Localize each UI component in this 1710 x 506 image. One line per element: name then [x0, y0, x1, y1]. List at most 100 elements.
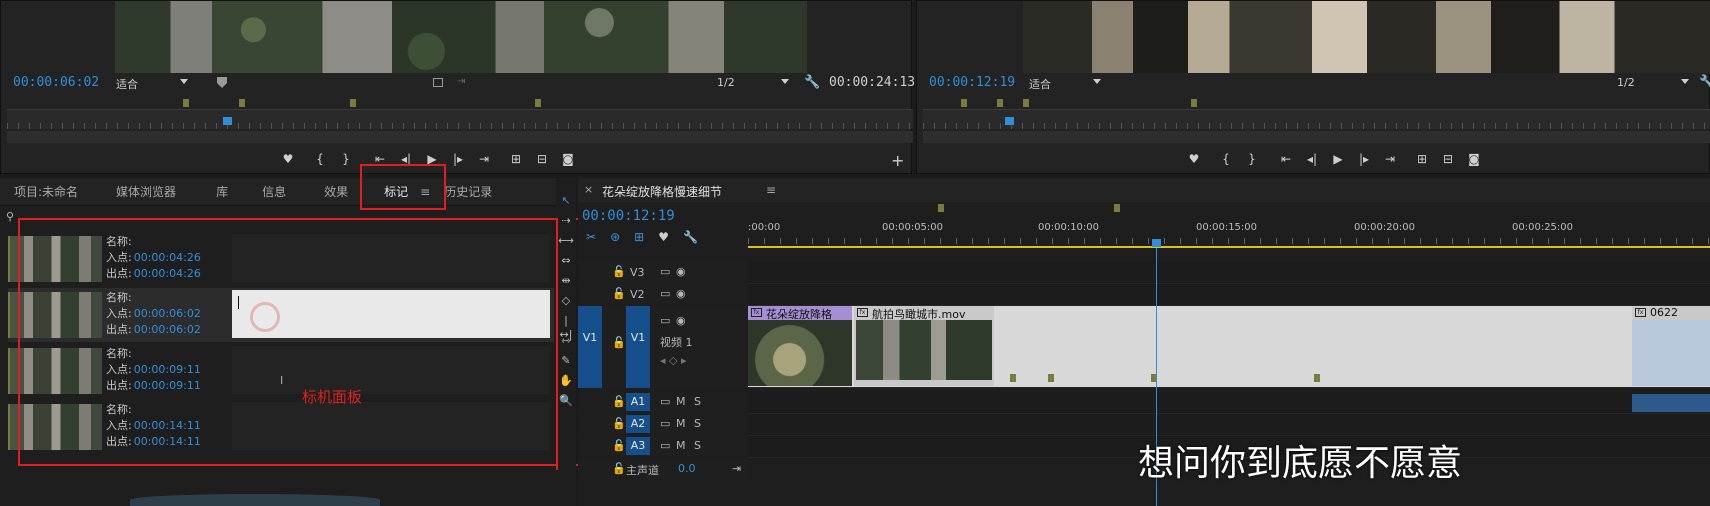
camera-icon[interactable]: ◙: [555, 151, 581, 167]
solo-button[interactable]: S: [694, 439, 701, 452]
master-volume[interactable]: 0.0: [678, 462, 696, 475]
program-resolution-select[interactable]: 1/2: [1617, 76, 1689, 89]
sequence-marker[interactable]: [938, 204, 944, 212]
go-to-out-icon[interactable]: ⇥: [1377, 151, 1403, 167]
track-target-a1[interactable]: A1: [626, 393, 650, 411]
audio-wave-icon[interactable]: ⇥: [457, 76, 465, 87]
add-marker-icon[interactable]: ♥: [658, 230, 669, 244]
lift-icon[interactable]: ⊞: [1409, 151, 1435, 167]
clip-marker[interactable]: [1048, 374, 1054, 382]
eye-icon[interactable]: ◉: [676, 265, 686, 278]
wrench-icon[interactable]: 🔧: [804, 75, 820, 90]
mark-in-icon[interactable]: {: [307, 151, 333, 167]
add-marker-icon[interactable]: ♥: [1181, 151, 1207, 167]
source-marker[interactable]: [239, 99, 245, 107]
selection-tool-icon[interactable]: ↖: [558, 194, 574, 208]
source-marker[interactable]: [350, 99, 356, 107]
program-zoom-scrollbar[interactable]: [923, 131, 1710, 143]
timeline-timecode[interactable]: 00:00:12:19: [582, 208, 675, 224]
rate-stretch-tool-icon[interactable]: ⇹: [558, 274, 574, 288]
source-marker[interactable]: [183, 99, 189, 107]
lock-icon[interactable]: 🔓: [612, 462, 626, 475]
lane-a1[interactable]: [748, 392, 1710, 414]
lock-icon[interactable]: 🔓: [612, 395, 626, 408]
source-zoom-scrollbar[interactable]: [7, 131, 913, 143]
timeline-clip[interactable]: 0622 fx: [1632, 306, 1710, 386]
track-target-v1[interactable]: V1: [626, 306, 650, 388]
zoom-handle-icon[interactable]: [217, 77, 227, 88]
solo-button[interactable]: S: [694, 417, 701, 430]
source-timecode[interactable]: 00:00:06:02: [13, 75, 99, 90]
go-to-in-icon[interactable]: ⇤: [1273, 151, 1299, 167]
program-time-ruler[interactable]: [923, 109, 1710, 129]
pen-tool-icon[interactable]: ✎: [558, 354, 574, 368]
solo-button[interactable]: S: [694, 395, 701, 408]
clip-marker[interactable]: [1010, 374, 1016, 382]
lock-icon[interactable]: 🔓: [612, 439, 626, 452]
go-to-out-icon[interactable]: ⇥: [471, 151, 497, 167]
source-patch-v1[interactable]: V1: [578, 306, 602, 388]
sequence-marker[interactable]: [1114, 204, 1120, 212]
search-icon[interactable]: ⚲: [6, 210, 14, 223]
clip-marker[interactable]: [1314, 374, 1320, 382]
eye-icon[interactable]: ◉: [676, 314, 686, 327]
timeline-clip[interactable]: 花朵绽放降格 fx: [748, 306, 852, 386]
zoom-tool-icon[interactable]: 🔍: [558, 394, 574, 408]
mark-in-icon[interactable]: {: [1213, 151, 1239, 167]
program-marker[interactable]: [961, 99, 967, 107]
step-forward-icon[interactable]: |▸: [445, 151, 471, 167]
film-icon[interactable]: ▭: [660, 417, 670, 430]
eye-icon[interactable]: ◉: [676, 287, 686, 300]
go-to-end-icon[interactable]: ⇥: [732, 462, 741, 475]
tab-libraries[interactable]: 库: [176, 178, 228, 206]
source-fit-select[interactable]: 适合: [116, 76, 188, 92]
linked-selection-icon[interactable]: ⊛: [610, 230, 620, 244]
program-marker[interactable]: [1191, 99, 1197, 107]
hand-tool-icon[interactable]: ✋: [558, 374, 574, 388]
add-marker-icon[interactable]: ♥: [275, 151, 301, 167]
lane-v2[interactable]: [748, 284, 1710, 306]
audio-clip[interactable]: [1632, 394, 1710, 412]
program-playhead[interactable]: [1005, 117, 1014, 125]
film-icon[interactable]: ▭: [660, 287, 670, 300]
source-resolution-select[interactable]: 1/2: [717, 76, 789, 89]
lane-v3[interactable]: [748, 262, 1710, 284]
work-area-bar[interactable]: [748, 246, 1710, 248]
lane-a2[interactable]: [748, 414, 1710, 436]
track-target-a2[interactable]: A2: [626, 415, 650, 433]
program-timecode[interactable]: 00:00:12:19: [929, 75, 1015, 90]
film-icon[interactable]: ▭: [660, 265, 670, 278]
step-back-icon[interactable]: ◂|: [1299, 151, 1325, 167]
lock-icon[interactable]: 🔓: [612, 265, 626, 278]
timeline-ruler[interactable]: :00:00 00:00:05:00 00:00:10:00 00:00:15:…: [748, 202, 1710, 248]
ripple-edit-tool-icon[interactable]: ⟷: [558, 234, 574, 248]
lock-icon[interactable]: 🔓: [612, 417, 626, 430]
tab-info[interactable]: 信息: [228, 178, 286, 206]
source-time-ruler[interactable]: [7, 109, 913, 129]
slide-tool-icon[interactable]: ⇿: [558, 334, 574, 348]
timeline-clip[interactable]: 航拍鸟瞰城市.mov fx: [854, 306, 994, 386]
film-icon[interactable]: [433, 78, 443, 87]
add-button-icon[interactable]: +: [891, 151, 904, 170]
tab-media-browser[interactable]: 媒体浏览器: [78, 178, 176, 206]
tab-project[interactable]: 项目:未命名: [0, 178, 78, 206]
sequence-tab[interactable]: 花朵绽放降格慢速细节: [602, 183, 722, 200]
rolling-edit-tool-icon[interactable]: ⇔: [558, 254, 574, 268]
program-marker[interactable]: [997, 99, 1003, 107]
tab-effects[interactable]: 效果: [286, 178, 348, 206]
film-icon[interactable]: ▭: [660, 395, 670, 408]
step-forward-icon[interactable]: |▸: [1351, 151, 1377, 167]
mute-button[interactable]: M: [676, 395, 686, 408]
track-target-a3[interactable]: A3: [626, 437, 650, 455]
insert-icon[interactable]: ⊞: [503, 151, 529, 167]
source-playhead[interactable]: [223, 117, 232, 125]
nest-icon[interactable]: ⊞: [634, 230, 644, 244]
mute-button[interactable]: M: [676, 417, 686, 430]
slip-tool-icon[interactable]: |↔|: [558, 314, 574, 341]
lock-icon[interactable]: 🔓: [612, 336, 626, 349]
razor-tool-icon[interactable]: ◇: [558, 294, 574, 308]
snap-icon[interactable]: ✂: [586, 230, 596, 244]
source-marker[interactable]: [535, 99, 541, 107]
camera-icon[interactable]: ◙: [1461, 151, 1487, 167]
mark-out-icon[interactable]: }: [1239, 151, 1265, 167]
